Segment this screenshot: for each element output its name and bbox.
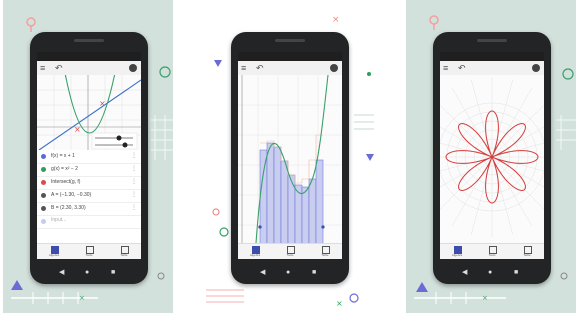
back-icon[interactable]: ◀ xyxy=(462,269,467,277)
slider-handle xyxy=(116,135,122,141)
graphics-view[interactable] xyxy=(238,75,342,244)
row-more-icon[interactable]: ⋮ xyxy=(131,178,137,185)
undo-icon[interactable]: ↶ xyxy=(256,63,264,73)
algebra-expression: B = (2.30, 3.30) xyxy=(51,205,86,211)
slider-handle-2 xyxy=(122,142,128,148)
tab-algebra[interactable]: Algebra xyxy=(238,245,272,258)
x-deco-icon: × xyxy=(332,15,340,25)
phone-frame: ≡ ↶ Algebra Tools Table ◀ ● ■ xyxy=(433,32,551,284)
menu-icon[interactable]: ≡ xyxy=(40,63,45,73)
row-more-icon[interactable]: ⋮ xyxy=(131,191,137,198)
input-bar[interactable]: Input... xyxy=(37,215,141,229)
menu-icon[interactable]: ≡ xyxy=(241,63,246,73)
input-placeholder: Input... xyxy=(51,217,67,223)
phone-frame: ≡ ↶ Algebra Tools Table ◀ ● ■ xyxy=(231,32,349,284)
algebra-expression: A = (−1.30, −0.30) xyxy=(51,192,92,198)
recent-icon[interactable]: ■ xyxy=(312,269,316,277)
slider-panel xyxy=(91,132,138,150)
app-screen: ≡ ↶ Algebra Tools Table xyxy=(238,52,342,259)
tab-tools[interactable]: Tools xyxy=(273,245,307,258)
left-bound-point xyxy=(258,225,262,229)
row-more-icon[interactable]: ⋮ xyxy=(131,152,137,159)
home-icon[interactable]: ● xyxy=(286,269,290,277)
x-deco-icon: × xyxy=(482,294,488,302)
algebra-row[interactable]: A = (−1.30, −0.30) ⋮ xyxy=(37,189,141,203)
phone-speaker xyxy=(477,39,507,42)
algebra-row[interactable]: g(x) = x² − 2 ⋮ xyxy=(37,163,141,177)
screenshot-polar-rose: × ≡ ↶ Algebra Tools Table ◀ ● ■ xyxy=(406,0,576,313)
bottom-tab-bar: Algebra Tools Table xyxy=(37,243,141,259)
back-icon[interactable]: ◀ xyxy=(59,269,64,277)
tab-label: Tools xyxy=(85,253,93,257)
phone-frame: ≡ ↶ × × f(x) = x + 1 ⋮ g(x) = x² − 2 ⋮ I… xyxy=(30,32,148,284)
point-a-marker: × xyxy=(74,125,81,134)
graphics-view[interactable]: × × xyxy=(37,75,141,150)
tab-table[interactable]: Table xyxy=(308,245,342,258)
algebra-expression: f(x) = x + 1 xyxy=(51,153,75,159)
menu-icon[interactable]: ≡ xyxy=(443,63,448,73)
app-screen: ≡ ↶ Algebra Tools Table xyxy=(440,52,544,259)
visibility-toggle[interactable] xyxy=(41,167,46,172)
app-toolbar: ≡ ↶ xyxy=(37,61,141,76)
status-bar xyxy=(238,52,342,61)
tab-tools[interactable]: Tools xyxy=(72,245,106,258)
more-icon[interactable] xyxy=(532,64,540,72)
plus-icon xyxy=(41,219,46,224)
status-bar xyxy=(440,52,544,61)
home-icon[interactable]: ● xyxy=(85,269,89,277)
right-bound-point xyxy=(321,225,325,229)
algebra-expression: Intersect(g, f) xyxy=(51,179,81,185)
more-icon[interactable] xyxy=(330,64,338,72)
android-nav-bar: ◀ ● ■ xyxy=(37,266,141,280)
app-screen: ≡ ↶ × × f(x) = x + 1 ⋮ g(x) = x² − 2 ⋮ I… xyxy=(37,52,141,259)
tab-label: Table xyxy=(523,253,531,257)
visibility-toggle[interactable] xyxy=(41,206,46,211)
point-b-marker: × xyxy=(99,99,106,108)
graphics-view[interactable] xyxy=(440,75,544,244)
visibility-toggle[interactable] xyxy=(41,180,46,185)
bottom-tab-bar: Algebra Tools Table xyxy=(440,243,544,259)
tab-label: Algebra xyxy=(249,253,261,257)
tab-label: Table xyxy=(120,253,128,257)
algebra-row[interactable]: B = (2.30, 3.30) ⋮ xyxy=(37,202,141,216)
algebra-view: f(x) = x + 1 ⋮ g(x) = x² − 2 ⋮ Intersect… xyxy=(37,150,141,244)
app-toolbar: ≡ ↶ xyxy=(440,61,544,76)
tab-table[interactable]: Table xyxy=(107,245,141,258)
x-deco-icon: × xyxy=(336,299,343,308)
back-icon[interactable]: ◀ xyxy=(260,269,265,277)
tab-algebra[interactable]: Algebra xyxy=(37,245,71,258)
app-toolbar: ≡ ↶ xyxy=(238,61,342,76)
status-bar xyxy=(37,52,141,61)
recent-icon[interactable]: ■ xyxy=(514,269,518,277)
algebra-expression: g(x) = x² − 2 xyxy=(51,166,78,172)
screenshot-functions: × ≡ ↶ × × f(x) = x + 1 ⋮ g(x) = x² − 2 ⋮… xyxy=(3,0,173,313)
screenshot-riemann-sum: × × ≡ ↶ Algebra Tools Table ◀ ● ■ xyxy=(204,0,374,313)
tab-label: Algebra xyxy=(48,253,60,257)
tab-algebra[interactable]: Algebra xyxy=(440,245,474,258)
more-icon[interactable] xyxy=(129,64,137,72)
tab-label: Tools xyxy=(488,253,496,257)
phone-speaker xyxy=(74,39,104,42)
recent-icon[interactable]: ■ xyxy=(111,269,115,277)
algebra-row[interactable]: f(x) = x + 1 ⋮ xyxy=(37,150,141,164)
bottom-tab-bar: Algebra Tools Table xyxy=(238,243,342,259)
row-more-icon[interactable]: ⋮ xyxy=(131,165,137,172)
tab-label: Tools xyxy=(286,253,294,257)
phone-speaker xyxy=(275,39,305,42)
x-deco-icon: × xyxy=(79,294,85,302)
visibility-toggle[interactable] xyxy=(41,193,46,198)
tab-tools[interactable]: Tools xyxy=(475,245,509,258)
android-nav-bar: ◀ ● ■ xyxy=(440,266,544,280)
android-nav-bar: ◀ ● ■ xyxy=(238,266,342,280)
row-more-icon[interactable]: ⋮ xyxy=(131,204,137,211)
undo-icon[interactable]: ↶ xyxy=(55,63,63,73)
algebra-row[interactable]: Intersect(g, f) ⋮ xyxy=(37,176,141,190)
home-icon[interactable]: ● xyxy=(488,269,492,277)
tab-label: Table xyxy=(321,253,329,257)
tab-table[interactable]: Table xyxy=(510,245,544,258)
undo-icon[interactable]: ↶ xyxy=(458,63,466,73)
tab-label: Algebra xyxy=(451,253,463,257)
visibility-toggle[interactable] xyxy=(41,154,46,159)
dot-deco-icon xyxy=(367,72,371,76)
